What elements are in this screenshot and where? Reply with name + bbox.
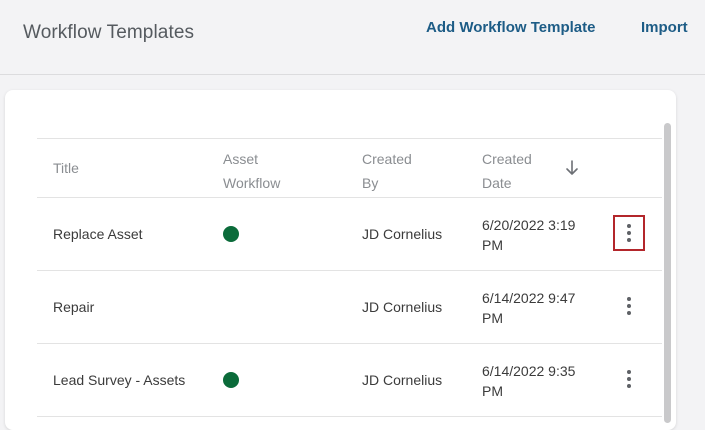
- column-header-asset-workflow[interactable]: Asset Workflow: [223, 147, 280, 195]
- table-row[interactable]: Replace Asset JD Cornelius 6/20/2022 3:1…: [37, 198, 662, 271]
- vertical-scrollbar[interactable]: [664, 123, 671, 423]
- page-title: Workflow Templates: [23, 22, 195, 43]
- column-header-date-line2: Date: [482, 175, 512, 191]
- import-link[interactable]: Import: [641, 19, 688, 36]
- more-vertical-icon[interactable]: [613, 288, 645, 324]
- more-vertical-icon[interactable]: [613, 215, 645, 251]
- row-date-line2: PM: [482, 237, 503, 253]
- row-created-by: JD Cornelius: [362, 372, 443, 388]
- row-created-date: 6/14/2022 9:47 PM: [482, 288, 592, 328]
- row-date-line1: 6/14/2022 9:47: [482, 290, 576, 306]
- row-date-line2: PM: [482, 383, 503, 399]
- row-created-by: JD Cornelius: [362, 226, 443, 242]
- row-created-date: 6/20/2022 3:19 PM: [482, 215, 592, 255]
- row-title: Replace Asset: [53, 226, 143, 242]
- asset-workflow-indicator: [223, 372, 239, 388]
- column-header-by-line1: Created: [362, 151, 412, 167]
- table-row[interactable]: Repair JD Cornelius 6/14/2022 9:47 PM: [37, 271, 662, 344]
- more-vertical-icon[interactable]: [613, 361, 645, 397]
- table-row[interactable]: Lead Survey - Assets JD Cornelius 6/14/2…: [37, 344, 662, 417]
- row-date-line2: PM: [482, 310, 503, 326]
- row-created-by: JD Cornelius: [362, 299, 443, 315]
- column-header-created-by[interactable]: Created By: [362, 147, 412, 195]
- table-header-row: Title Asset Workflow Created By Created …: [37, 139, 662, 198]
- row-title: Repair: [53, 299, 95, 315]
- templates-table: Title Asset Workflow Created By Created …: [37, 138, 662, 417]
- arrow-down-icon[interactable]: [565, 159, 579, 177]
- column-header-by-line2: By: [362, 175, 379, 191]
- row-date-line1: 6/20/2022 3:19: [482, 217, 576, 233]
- column-header-date-line1: Created: [482, 151, 532, 167]
- row-title: Lead Survey - Assets: [53, 372, 186, 388]
- column-header-asset-line1: Asset: [223, 151, 259, 167]
- add-workflow-template-link[interactable]: Add Workflow Template: [426, 19, 595, 36]
- page-header: Workflow Templates Add Workflow Template…: [0, 0, 705, 75]
- column-header-title[interactable]: Title: [53, 156, 79, 180]
- row-date-line1: 6/14/2022 9:35: [482, 363, 576, 379]
- asset-workflow-indicator: [223, 226, 239, 242]
- column-header-asset-line2: Workflow: [223, 175, 281, 191]
- row-created-date: 6/14/2022 9:35 PM: [482, 361, 592, 401]
- column-header-created-date[interactable]: Created Date: [482, 147, 532, 195]
